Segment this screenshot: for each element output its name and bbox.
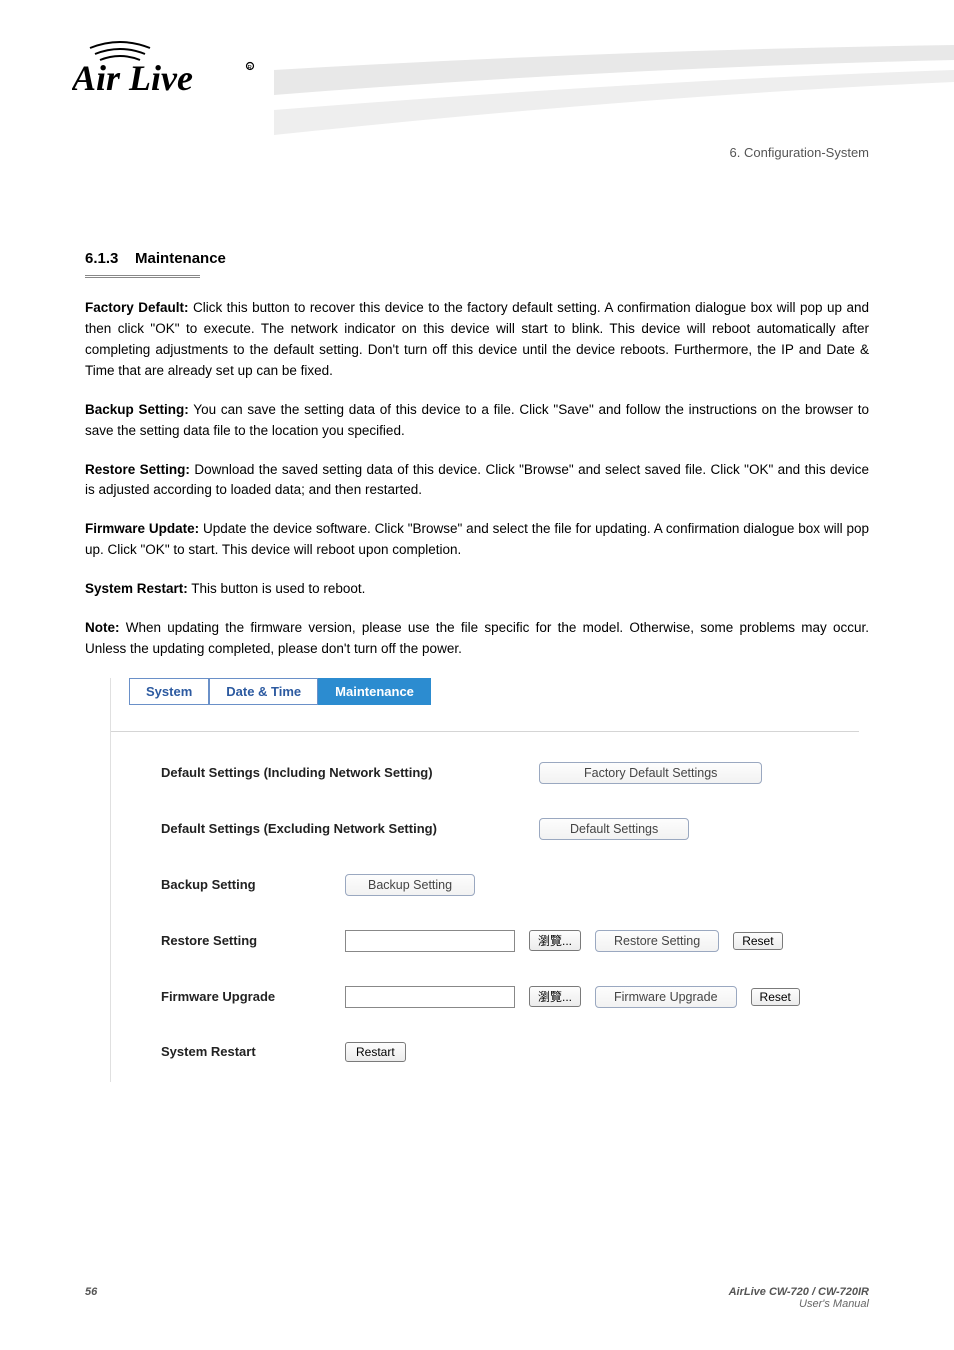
restore-setting-button[interactable]: Restore Setting — [595, 930, 719, 952]
paragraph-restore-setting: Restore Setting: Download the saved sett… — [85, 460, 869, 502]
firmware-reset-button[interactable]: Reset — [751, 988, 800, 1006]
label-backup: Backup Setting — [161, 877, 331, 892]
label-factory-default: Factory Default: — [85, 300, 188, 315]
text-factory-default: Click this button to recover this device… — [85, 300, 869, 378]
section-number: 6.1.3 — [85, 250, 118, 267]
label-restore-setting: Restore Setting: — [85, 462, 190, 477]
paragraph-note: Note: When updating the firmware version… — [85, 618, 869, 660]
heading-underline — [85, 275, 200, 278]
label-default-excluding: Default Settings (Excluding Network Sett… — [161, 821, 451, 836]
restart-button[interactable]: Restart — [345, 1042, 406, 1062]
footer-model: AirLive CW-720 / CW-720IR — [729, 1286, 869, 1298]
text-restore-setting: Download the saved setting data of this … — [85, 462, 869, 498]
label-backup-setting: Backup Setting: — [85, 402, 189, 417]
label-restore: Restore Setting — [161, 933, 331, 948]
page-footer: 56 AirLive CW-720 / CW-720IR User's Manu… — [85, 1286, 869, 1310]
label-firmware: Firmware Upgrade — [161, 989, 331, 1004]
section-heading: 6.1.3 Maintenance — [85, 250, 869, 267]
maintenance-screenshot: System Date & Time Maintenance Default S… — [110, 678, 859, 1082]
svg-text:Air Live: Air Live — [72, 58, 193, 98]
backup-setting-button[interactable]: Backup Setting — [345, 874, 475, 896]
text-note: When updating the firmware version, plea… — [85, 620, 869, 656]
label-default-including: Default Settings (Including Network Sett… — [161, 765, 451, 780]
text-system-restart: This button is used to reboot. — [188, 581, 366, 596]
text-firmware-update: Update the device software. Click "Brows… — [85, 521, 869, 557]
firmware-file-input[interactable] — [345, 986, 515, 1008]
label-firmware-update: Firmware Update: — [85, 521, 199, 536]
svg-text:R: R — [248, 66, 253, 72]
text-backup-setting: You can save the setting data of this de… — [85, 402, 869, 438]
page-number: 56 — [85, 1286, 97, 1310]
paragraph-firmware-update: Firmware Update: Update the device softw… — [85, 519, 869, 561]
tab-maintenance[interactable]: Maintenance — [318, 678, 431, 705]
label-sysrestart: System Restart — [161, 1044, 331, 1059]
restore-browse-button[interactable]: 瀏覽... — [529, 930, 581, 951]
chapter-breadcrumb: 6. Configuration-System — [85, 145, 869, 160]
restore-reset-button[interactable]: Reset — [733, 932, 782, 950]
tab-date-time[interactable]: Date & Time — [209, 678, 318, 705]
paragraph-factory-default: Factory Default: Click this button to re… — [85, 298, 869, 382]
label-note: Note: — [85, 620, 126, 635]
restore-file-input[interactable] — [345, 930, 515, 952]
paragraph-system-restart: System Restart: This button is used to r… — [85, 579, 869, 600]
section-title: Maintenance — [135, 250, 226, 267]
firmware-upgrade-button[interactable]: Firmware Upgrade — [595, 986, 737, 1008]
default-settings-button[interactable]: Default Settings — [539, 818, 689, 840]
footer-subtitle: User's Manual — [799, 1298, 869, 1310]
header-swoosh-decoration — [274, 40, 954, 140]
firmware-browse-button[interactable]: 瀏覽... — [529, 986, 581, 1007]
airlive-logo: Air Live R — [72, 38, 272, 105]
paragraph-backup-setting: Backup Setting: You can save the setting… — [85, 400, 869, 442]
tab-system[interactable]: System — [129, 678, 209, 705]
label-system-restart: System Restart: — [85, 581, 188, 596]
factory-default-settings-button[interactable]: Factory Default Settings — [539, 762, 762, 784]
